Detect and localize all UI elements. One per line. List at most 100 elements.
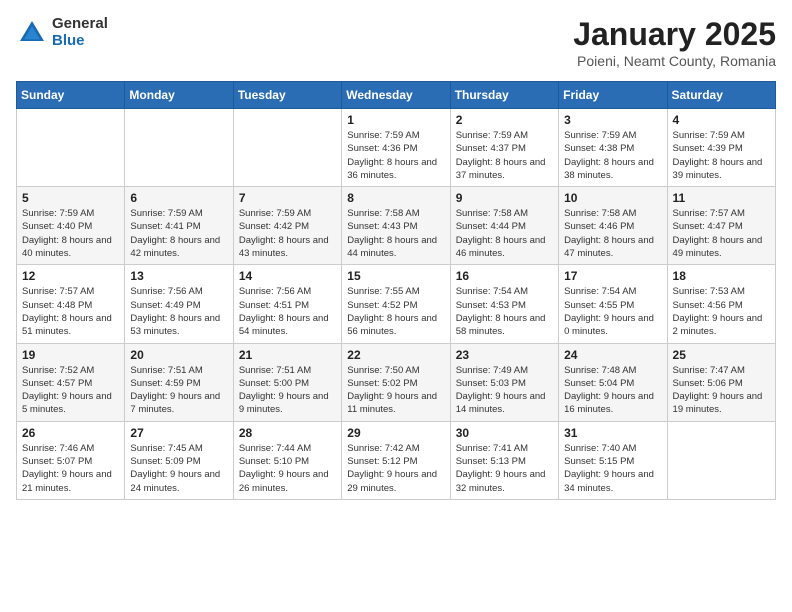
day-number: 24 <box>564 348 661 362</box>
day-number: 2 <box>456 113 553 127</box>
day-number: 5 <box>22 191 119 205</box>
calendar-cell: 24 Sunrise: 7:48 AM Sunset: 5:04 PM Dayli… <box>559 343 667 421</box>
month-title: January 2025 <box>573 16 776 53</box>
day-info: Sunrise: 7:59 AM Sunset: 4:38 PM Dayligh… <box>564 129 661 182</box>
calendar-table: SundayMondayTuesdayWednesdayThursdayFrid… <box>16 81 776 500</box>
calendar-cell: 22 Sunrise: 7:50 AM Sunset: 5:02 PM Dayli… <box>342 343 450 421</box>
day-info: Sunrise: 7:56 AM Sunset: 4:51 PM Dayligh… <box>239 285 336 338</box>
day-number: 20 <box>130 348 227 362</box>
logo-text: General Blue <box>52 16 108 49</box>
day-number: 10 <box>564 191 661 205</box>
day-info: Sunrise: 7:54 AM Sunset: 4:53 PM Dayligh… <box>456 285 553 338</box>
calendar-cell: 6 Sunrise: 7:59 AM Sunset: 4:41 PM Daylig… <box>125 187 233 265</box>
day-number: 16 <box>456 269 553 283</box>
calendar-cell: 21 Sunrise: 7:51 AM Sunset: 5:00 PM Dayli… <box>233 343 341 421</box>
page-header: General Blue January 2025 Poieni, Neamt … <box>16 16 776 69</box>
day-info: Sunrise: 7:45 AM Sunset: 5:09 PM Dayligh… <box>130 442 227 495</box>
calendar-cell: 25 Sunrise: 7:47 AM Sunset: 5:06 PM Dayli… <box>667 343 775 421</box>
calendar-cell: 31 Sunrise: 7:40 AM Sunset: 5:15 PM Dayli… <box>559 421 667 499</box>
logo-icon <box>16 17 48 49</box>
calendar-cell: 15 Sunrise: 7:55 AM Sunset: 4:52 PM Dayli… <box>342 265 450 343</box>
calendar-week-row: 5 Sunrise: 7:59 AM Sunset: 4:40 PM Daylig… <box>17 187 776 265</box>
day-info: Sunrise: 7:48 AM Sunset: 5:04 PM Dayligh… <box>564 364 661 417</box>
day-of-week-header: Thursday <box>450 82 558 109</box>
day-info: Sunrise: 7:57 AM Sunset: 4:48 PM Dayligh… <box>22 285 119 338</box>
day-info: Sunrise: 7:42 AM Sunset: 5:12 PM Dayligh… <box>347 442 444 495</box>
calendar-cell: 16 Sunrise: 7:54 AM Sunset: 4:53 PM Dayli… <box>450 265 558 343</box>
calendar-cell: 20 Sunrise: 7:51 AM Sunset: 4:59 PM Dayli… <box>125 343 233 421</box>
calendar-cell <box>233 109 341 187</box>
day-number: 8 <box>347 191 444 205</box>
day-info: Sunrise: 7:59 AM Sunset: 4:39 PM Dayligh… <box>673 129 770 182</box>
calendar-cell: 12 Sunrise: 7:57 AM Sunset: 4:48 PM Dayli… <box>17 265 125 343</box>
day-number: 25 <box>673 348 770 362</box>
calendar-header-row: SundayMondayTuesdayWednesdayThursdayFrid… <box>17 82 776 109</box>
calendar-cell: 3 Sunrise: 7:59 AM Sunset: 4:38 PM Daylig… <box>559 109 667 187</box>
calendar-cell: 13 Sunrise: 7:56 AM Sunset: 4:49 PM Dayli… <box>125 265 233 343</box>
calendar-week-row: 19Sunrise: 7:52 AM Sunset: 4:57 PM Dayli… <box>17 343 776 421</box>
calendar-cell <box>17 109 125 187</box>
day-info: Sunrise: 7:57 AM Sunset: 4:47 PM Dayligh… <box>673 207 770 260</box>
day-number: 6 <box>130 191 227 205</box>
calendar-cell: 5 Sunrise: 7:59 AM Sunset: 4:40 PM Daylig… <box>17 187 125 265</box>
day-info: Sunrise: 7:50 AM Sunset: 5:02 PM Dayligh… <box>347 364 444 417</box>
day-number: 18 <box>673 269 770 283</box>
calendar-week-row: 12 Sunrise: 7:57 AM Sunset: 4:48 PM Dayli… <box>17 265 776 343</box>
day-info: Sunrise: 7:59 AM Sunset: 4:37 PM Dayligh… <box>456 129 553 182</box>
location: Poieni, Neamt County, Romania <box>573 53 776 69</box>
calendar-week-row: 26Sunrise: 7:46 AM Sunset: 5:07 PM Dayli… <box>17 421 776 499</box>
day-info: Sunrise: 7:40 AM Sunset: 5:15 PM Dayligh… <box>564 442 661 495</box>
day-info: Sunrise: 7:59 AM Sunset: 4:41 PM Dayligh… <box>130 207 227 260</box>
calendar-cell: 17 Sunrise: 7:54 AM Sunset: 4:55 PM Dayli… <box>559 265 667 343</box>
day-number: 11 <box>673 191 770 205</box>
day-info: Sunrise: 7:51 AM Sunset: 4:59 PM Dayligh… <box>130 364 227 417</box>
day-number: 15 <box>347 269 444 283</box>
day-number: 29 <box>347 426 444 440</box>
day-number: 21 <box>239 348 336 362</box>
calendar-cell: 29 Sunrise: 7:42 AM Sunset: 5:12 PM Dayli… <box>342 421 450 499</box>
day-number: 27 <box>130 426 227 440</box>
day-number: 9 <box>456 191 553 205</box>
calendar-cell: 7 Sunrise: 7:59 AM Sunset: 4:42 PM Daylig… <box>233 187 341 265</box>
calendar-cell: 1Sunrise: 7:59 AM Sunset: 4:36 PM Daylig… <box>342 109 450 187</box>
day-number: 12 <box>22 269 119 283</box>
day-number: 3 <box>564 113 661 127</box>
day-info: Sunrise: 7:56 AM Sunset: 4:49 PM Dayligh… <box>130 285 227 338</box>
day-number: 17 <box>564 269 661 283</box>
calendar-cell: 2 Sunrise: 7:59 AM Sunset: 4:37 PM Daylig… <box>450 109 558 187</box>
day-number: 13 <box>130 269 227 283</box>
day-info: Sunrise: 7:58 AM Sunset: 4:44 PM Dayligh… <box>456 207 553 260</box>
day-info: Sunrise: 7:51 AM Sunset: 5:00 PM Dayligh… <box>239 364 336 417</box>
calendar-cell: 26Sunrise: 7:46 AM Sunset: 5:07 PM Dayli… <box>17 421 125 499</box>
logo: General Blue <box>16 16 108 49</box>
calendar-cell: 19Sunrise: 7:52 AM Sunset: 4:57 PM Dayli… <box>17 343 125 421</box>
day-info: Sunrise: 7:44 AM Sunset: 5:10 PM Dayligh… <box>239 442 336 495</box>
day-info: Sunrise: 7:54 AM Sunset: 4:55 PM Dayligh… <box>564 285 661 338</box>
day-info: Sunrise: 7:59 AM Sunset: 4:40 PM Dayligh… <box>22 207 119 260</box>
logo-blue: Blue <box>52 33 108 50</box>
day-of-week-header: Sunday <box>17 82 125 109</box>
day-info: Sunrise: 7:59 AM Sunset: 4:42 PM Dayligh… <box>239 207 336 260</box>
calendar-cell: 14Sunrise: 7:56 AM Sunset: 4:51 PM Dayli… <box>233 265 341 343</box>
calendar-cell: 27 Sunrise: 7:45 AM Sunset: 5:09 PM Dayli… <box>125 421 233 499</box>
day-info: Sunrise: 7:58 AM Sunset: 4:46 PM Dayligh… <box>564 207 661 260</box>
day-info: Sunrise: 7:52 AM Sunset: 4:57 PM Dayligh… <box>22 364 119 417</box>
calendar-cell <box>667 421 775 499</box>
day-of-week-header: Monday <box>125 82 233 109</box>
day-of-week-header: Friday <box>559 82 667 109</box>
calendar-cell: 8Sunrise: 7:58 AM Sunset: 4:43 PM Daylig… <box>342 187 450 265</box>
day-number: 31 <box>564 426 661 440</box>
day-number: 23 <box>456 348 553 362</box>
day-number: 7 <box>239 191 336 205</box>
day-of-week-header: Saturday <box>667 82 775 109</box>
day-info: Sunrise: 7:47 AM Sunset: 5:06 PM Dayligh… <box>673 364 770 417</box>
calendar-cell: 4 Sunrise: 7:59 AM Sunset: 4:39 PM Daylig… <box>667 109 775 187</box>
day-number: 4 <box>673 113 770 127</box>
title-block: January 2025 Poieni, Neamt County, Roman… <box>573 16 776 69</box>
calendar-cell: 11 Sunrise: 7:57 AM Sunset: 4:47 PM Dayli… <box>667 187 775 265</box>
day-number: 22 <box>347 348 444 362</box>
day-info: Sunrise: 7:55 AM Sunset: 4:52 PM Dayligh… <box>347 285 444 338</box>
day-info: Sunrise: 7:41 AM Sunset: 5:13 PM Dayligh… <box>456 442 553 495</box>
calendar-cell: 10 Sunrise: 7:58 AM Sunset: 4:46 PM Dayli… <box>559 187 667 265</box>
calendar-week-row: 1Sunrise: 7:59 AM Sunset: 4:36 PM Daylig… <box>17 109 776 187</box>
